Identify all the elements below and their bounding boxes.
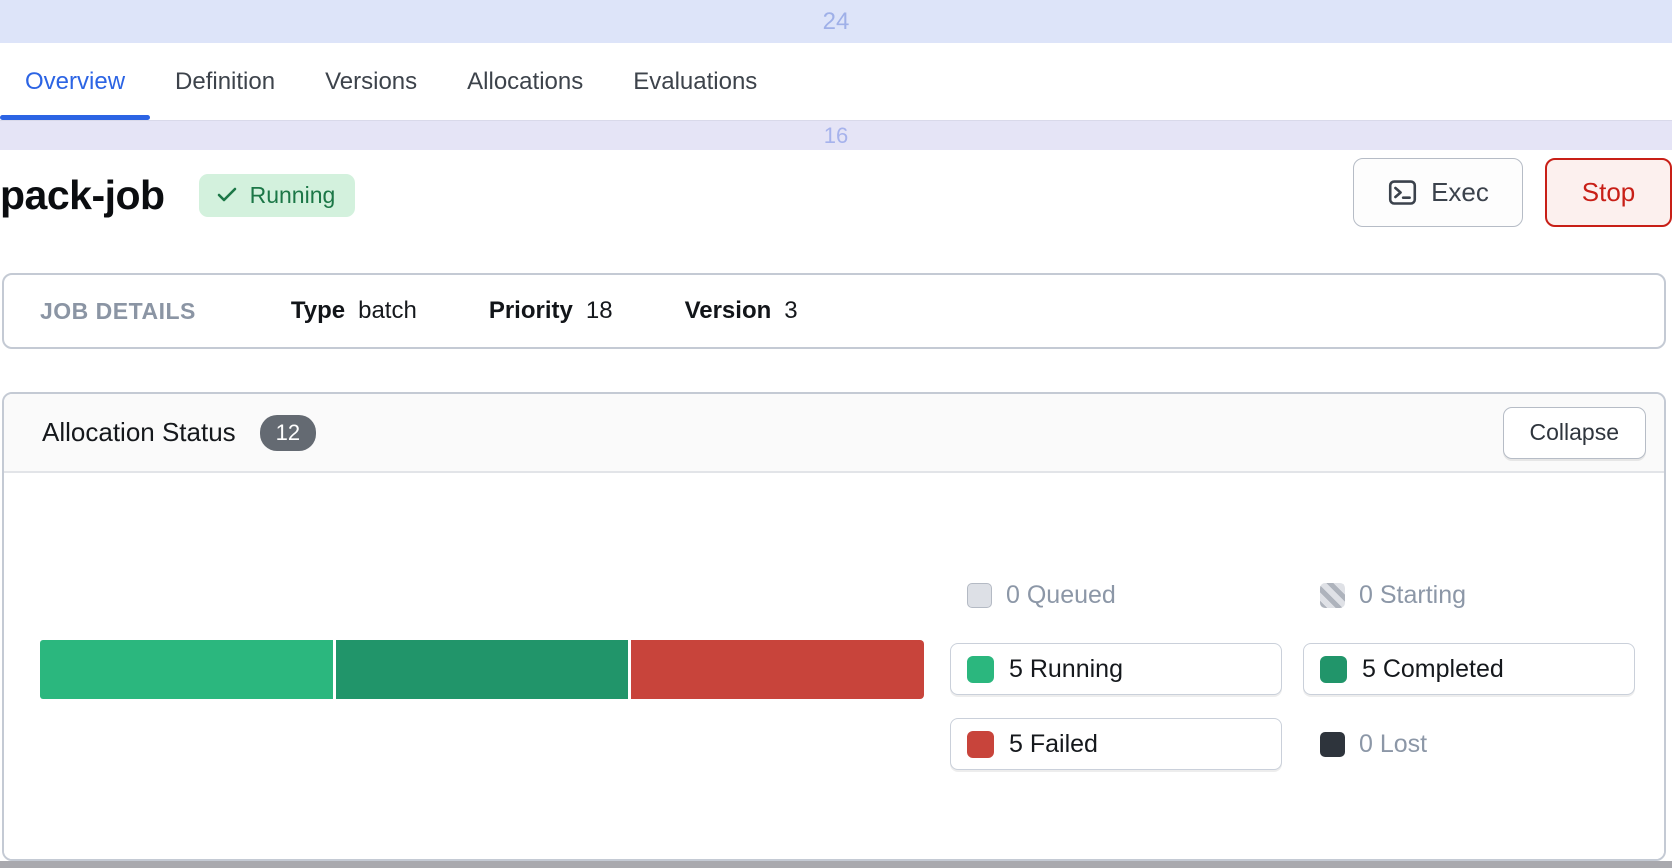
legend-item-label: 0 Queued — [1006, 581, 1116, 610]
job-detail-label: Priority — [489, 297, 573, 325]
bottom-strip — [0, 861, 1672, 868]
stop-button-label: Stop — [1582, 177, 1636, 208]
legend-item-label: 0 Lost — [1359, 730, 1427, 759]
allocation-bar — [40, 640, 924, 699]
job-detail-value: 18 — [586, 297, 613, 325]
allocation-count-badge: 12 — [260, 415, 316, 451]
status-badge: Running — [199, 174, 356, 217]
legend-item-completed[interactable]: 5 Completed — [1303, 643, 1635, 695]
spacing-overlay-24: 24 — [0, 0, 1672, 43]
tab-versions[interactable]: Versions — [300, 43, 442, 120]
legend-row: 5 Failed 0 Lost — [950, 718, 1635, 770]
job-detail-version: Version 3 — [685, 297, 798, 325]
exec-button[interactable]: Exec — [1353, 158, 1523, 227]
job-detail-label: Type — [291, 297, 345, 325]
legend-item-running[interactable]: 5 Running — [950, 643, 1282, 695]
tab-allocations[interactable]: Allocations — [442, 43, 608, 120]
bar-segment-running[interactable] — [40, 640, 333, 699]
allocation-status-body: 0 Queued0 Starting5 Running5 Completed5 … — [4, 473, 1664, 859]
allocation-status-panel: Allocation Status 12 Collapse 0 Queued0 … — [2, 392, 1666, 861]
bar-segment-failed[interactable] — [631, 640, 924, 699]
status-badge-label: Running — [250, 182, 336, 209]
tab-evaluations[interactable]: Evaluations — [608, 43, 782, 120]
allocation-status-title: Allocation Status — [42, 417, 236, 448]
legend-item-label: 0 Starting — [1359, 581, 1466, 610]
job-detail-value: 3 — [784, 297, 797, 325]
job-details-panel: JOB DETAILS Type batch Priority 18 Version 3 — [2, 273, 1666, 349]
failed-swatch-icon — [967, 731, 994, 758]
legend-row: 0 Queued 0 Starting — [950, 582, 1635, 608]
legend-item-label: 5 Failed — [1009, 730, 1098, 759]
legend-item-queued: 0 Queued — [950, 582, 1282, 608]
terminal-icon — [1387, 177, 1418, 208]
collapse-button[interactable]: Collapse — [1503, 407, 1647, 459]
completed-swatch-icon — [1320, 656, 1347, 683]
legend-item-label: 5 Running — [1009, 655, 1123, 684]
allocation-status-header: Allocation Status 12 Collapse — [4, 394, 1664, 473]
tab-bar: OverviewDefinitionVersionsAllocationsEva… — [0, 43, 1672, 120]
running-swatch-icon — [967, 656, 994, 683]
legend-item-failed[interactable]: 5 Failed — [950, 718, 1282, 770]
allocation-legend: 0 Queued0 Starting5 Running5 Completed5 … — [950, 582, 1635, 793]
job-detail-priority: Priority 18 — [489, 297, 613, 325]
legend-item-lost: 0 Lost — [1303, 718, 1635, 770]
legend-row: 5 Running 5 Completed — [950, 643, 1635, 695]
check-icon — [215, 183, 239, 207]
starting-swatch-icon — [1320, 583, 1345, 608]
legend-item-starting: 0 Starting — [1303, 582, 1635, 608]
job-detail-label: Version — [685, 297, 772, 325]
job-details-section-label: JOB DETAILS — [40, 298, 196, 325]
bar-segment-completed[interactable] — [336, 640, 629, 699]
job-detail-value: batch — [358, 297, 417, 325]
job-details-fields: Type batch Priority 18 Version 3 — [196, 297, 798, 325]
lost-swatch-icon — [1320, 732, 1345, 757]
exec-button-label: Exec — [1431, 177, 1489, 208]
tab-definition[interactable]: Definition — [150, 43, 300, 120]
queued-swatch-icon — [967, 583, 992, 608]
stop-button[interactable]: Stop — [1545, 158, 1672, 227]
page-title: pack-job — [0, 172, 165, 219]
job-detail-type: Type batch — [291, 297, 417, 325]
legend-item-label: 5 Completed — [1362, 655, 1504, 684]
tab-overview[interactable]: Overview — [0, 43, 150, 120]
spacing-overlay-16: 16 — [0, 120, 1672, 150]
